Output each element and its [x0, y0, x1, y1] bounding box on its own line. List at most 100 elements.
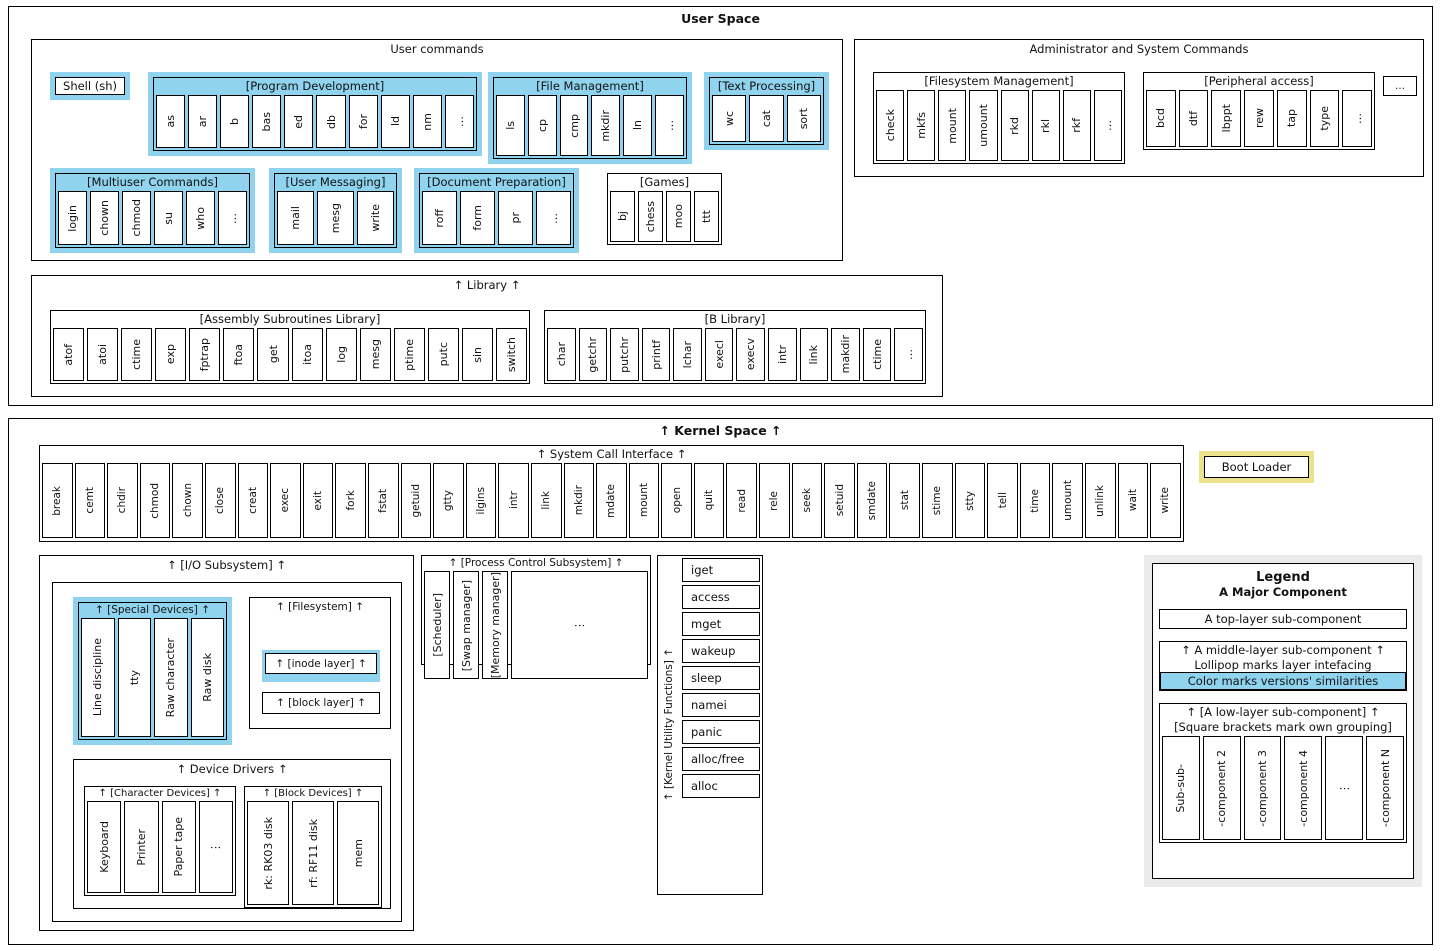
b-library-cell[interactable]: getchr — [578, 328, 608, 381]
multiuser-command-cell[interactable]: chmod — [122, 191, 151, 245]
syscall-cell[interactable]: wait — [1117, 463, 1149, 538]
filesystem-management-cell[interactable]: mount — [938, 90, 967, 161]
syscall-cell[interactable]: intr — [498, 463, 529, 538]
game-cell[interactable]: chess — [638, 191, 663, 242]
kernel-utility-function-cell[interactable]: alloc/free — [682, 747, 760, 771]
document-preparation-cell[interactable]: pr — [498, 191, 533, 245]
file-management-cell[interactable]: … — [655, 95, 684, 156]
syscall-cell[interactable]: umount — [1052, 463, 1083, 538]
process-control-cell[interactable]: [Scheduler] — [424, 571, 450, 680]
character-device-cell[interactable]: Paper tape — [161, 801, 196, 893]
syscall-cell[interactable]: chown — [172, 463, 203, 538]
assembly-library-cell[interactable]: exp — [155, 328, 187, 381]
filesystem-management-cell[interactable]: umount — [969, 90, 998, 161]
kernel-utility-function-cell[interactable]: wakeup — [682, 639, 760, 663]
program-development-cell[interactable]: … — [444, 95, 474, 148]
syscall-cell[interactable]: break — [42, 463, 73, 538]
peripheral-access-cell[interactable]: rew — [1244, 90, 1274, 147]
syscall-cell[interactable]: mkdir — [563, 463, 595, 538]
syscall-cell[interactable]: stty — [954, 463, 986, 538]
process-control-cell[interactable]: [Memory manager] — [482, 571, 508, 680]
assembly-library-cell[interactable]: itoa — [291, 328, 323, 381]
program-development-cell[interactable]: db — [316, 95, 346, 148]
peripheral-access-cell[interactable]: bcd — [1146, 90, 1176, 147]
assembly-library-cell[interactable]: fptrap — [189, 328, 221, 381]
file-management-cell[interactable]: cp — [527, 95, 557, 156]
user-messaging-cell[interactable]: mesg — [317, 191, 354, 245]
syscall-cell[interactable]: rele — [759, 463, 790, 538]
syscall-cell[interactable]: gtty — [433, 463, 464, 538]
block-layer-box[interactable]: ↑ [block layer] ↑ — [262, 692, 380, 714]
syscall-cell[interactable]: quit — [693, 463, 725, 538]
character-device-cell[interactable]: ⋮ — [198, 801, 233, 893]
syscall-cell[interactable]: stat — [889, 463, 921, 538]
file-management-cell[interactable]: ls — [496, 95, 525, 156]
syscall-cell[interactable]: cemt — [74, 463, 106, 538]
legend-component-cell[interactable]: -component 2 — [1202, 736, 1241, 840]
file-management-cell[interactable]: mkdir — [591, 95, 621, 156]
program-development-cell[interactable]: ed — [284, 95, 314, 148]
peripheral-access-cell[interactable]: lbppt — [1211, 90, 1242, 147]
syscall-cell[interactable]: stime — [922, 463, 953, 538]
game-cell[interactable]: moo — [666, 191, 691, 242]
syscall-cell[interactable]: tell — [987, 463, 1018, 538]
filesystem-management-cell[interactable]: rkl — [1031, 90, 1060, 161]
syscall-cell[interactable]: open — [661, 463, 692, 538]
filesystem-management-cell[interactable]: mkfs — [907, 90, 936, 161]
multiuser-command-cell[interactable]: … — [218, 191, 247, 245]
b-library-cell[interactable]: link — [799, 328, 829, 381]
b-library-cell[interactable]: intr — [768, 328, 797, 381]
legend-component-cell[interactable]: -component 3 — [1243, 736, 1282, 840]
syscall-cell[interactable]: chdir — [107, 463, 138, 538]
assembly-library-cell[interactable]: sin — [461, 328, 494, 381]
legend-component-cell[interactable]: -component 4 — [1284, 736, 1323, 840]
multiuser-command-cell[interactable]: su — [154, 191, 183, 245]
peripheral-access-cell[interactable]: … — [1342, 90, 1373, 147]
kernel-utility-function-cell[interactable]: access — [682, 585, 760, 609]
syscall-cell[interactable]: mount — [628, 463, 660, 538]
syscall-cell[interactable]: setuid — [824, 463, 855, 538]
syscall-cell[interactable]: write — [1150, 463, 1181, 538]
assembly-library-cell[interactable]: switch — [496, 328, 528, 381]
block-device-cell[interactable]: rf: RF11 disk — [292, 801, 334, 905]
document-preparation-cell[interactable]: roff — [422, 191, 457, 245]
program-development-cell[interactable]: for — [348, 95, 378, 148]
special-device-cell[interactable]: Raw disk — [190, 618, 224, 737]
filesystem-management-cell[interactable]: check — [876, 90, 905, 161]
block-device-cell[interactable]: mem — [337, 801, 379, 905]
process-control-cell[interactable]: ⋮ — [511, 571, 648, 680]
character-device-cell[interactable]: Keyboard — [87, 801, 122, 893]
syscall-cell[interactable]: exec — [270, 463, 301, 538]
program-development-cell[interactable]: as — [156, 95, 186, 148]
program-development-cell[interactable]: b — [220, 95, 250, 148]
shell-box[interactable]: Shell (sh) — [55, 77, 125, 95]
multiuser-command-cell[interactable]: chown — [90, 191, 119, 245]
kernel-utility-function-cell[interactable]: namei — [682, 693, 760, 717]
inode-layer-box[interactable]: ↑ [inode layer] ↑ — [265, 653, 377, 674]
b-library-cell[interactable]: char — [547, 328, 576, 381]
document-preparation-cell[interactable]: … — [536, 191, 571, 245]
b-library-cell[interactable]: putchr — [610, 328, 639, 381]
file-management-cell[interactable]: cmp — [559, 95, 589, 156]
legend-component-cell[interactable]: Sub-sub- — [1162, 736, 1200, 840]
kernel-utility-function-cell[interactable]: panic — [682, 720, 760, 744]
syscall-cell[interactable]: fstat — [367, 463, 399, 538]
program-development-cell[interactable]: ld — [380, 95, 410, 148]
special-device-cell[interactable]: Raw character — [154, 618, 188, 737]
syscall-cell[interactable]: smdate — [856, 463, 888, 538]
syscall-cell[interactable]: unlink — [1085, 463, 1116, 538]
assembly-library-cell[interactable]: ptime — [393, 328, 425, 381]
peripheral-access-cell[interactable]: dtf — [1178, 90, 1209, 147]
multiuser-command-cell[interactable]: who — [186, 191, 215, 245]
assembly-library-cell[interactable]: putc — [427, 328, 459, 381]
user-messaging-cell[interactable]: mail — [277, 191, 314, 245]
b-library-cell[interactable]: makdir — [831, 328, 860, 381]
kernel-utility-function-cell[interactable]: mget — [682, 612, 760, 636]
filesystem-management-cell[interactable]: … — [1093, 90, 1122, 161]
assembly-library-cell[interactable]: mesg — [359, 328, 391, 381]
user-messaging-cell[interactable]: write — [357, 191, 394, 245]
syscall-cell[interactable]: link — [530, 463, 562, 538]
special-device-cell[interactable]: tty — [117, 618, 151, 737]
filesystem-management-cell[interactable]: rkf — [1062, 90, 1091, 161]
syscall-cell[interactable]: fork — [335, 463, 366, 538]
